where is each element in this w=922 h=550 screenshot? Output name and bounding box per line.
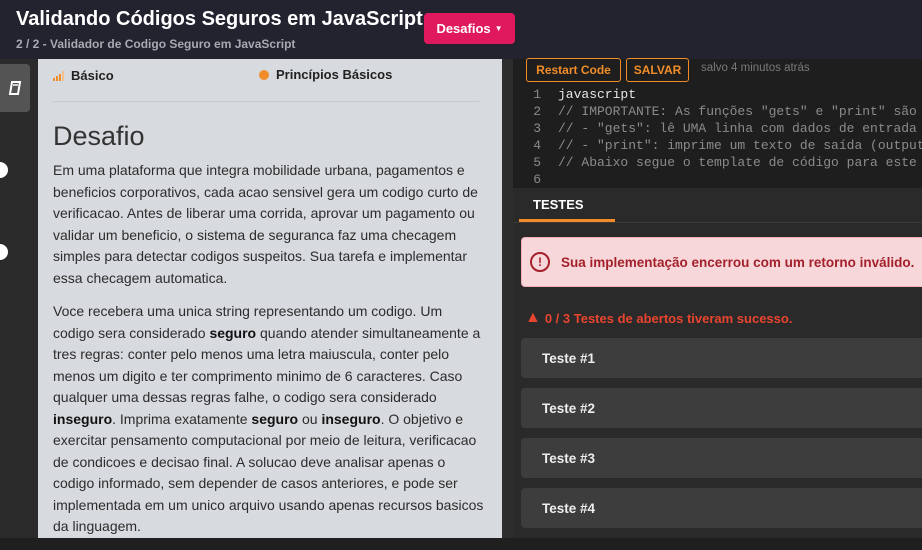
- level-bar: Básico Princípios Básicos: [53, 59, 479, 102]
- level-badge: Básico: [53, 68, 114, 83]
- line-number: 3: [533, 121, 541, 136]
- line-number: 1: [533, 87, 541, 102]
- edit-icon: [8, 81, 22, 95]
- test-item-label: Teste #1: [542, 350, 596, 366]
- test-summary-text: 0 / 3 Testes de abertos tiveram sucesso.: [544, 310, 793, 326]
- desafios-label: Desafios: [436, 21, 491, 36]
- line-number: 5: [533, 155, 541, 170]
- code-text: // Abaixo segue o template de código par…: [558, 155, 922, 170]
- code-line[interactable]: 2 // IMPORTANTE: As funções "gets" e "pri…: [513, 104, 922, 121]
- test-item[interactable]: Teste #2: [521, 388, 922, 428]
- test-item[interactable]: Teste #4: [521, 488, 922, 528]
- code-line[interactable]: 3 // - "gets": lê UMA linha com dados de …: [513, 121, 922, 138]
- keyword-seguro: seguro: [251, 410, 299, 427]
- keyword-inseguro: inseguro: [321, 410, 381, 427]
- exclamation-circle-icon: !: [530, 252, 550, 272]
- category-dot-icon: [259, 69, 269, 80]
- category-label: Princípios Básicos: [276, 67, 393, 82]
- error-alert-text: Sua implementação encerrou com um retorn…: [561, 254, 915, 270]
- panel-resize-handle[interactable]: [502, 59, 513, 538]
- breadcrumb: 2 / 2 - Validador de Codigo Seguro em Ja…: [16, 37, 296, 51]
- tabbar-divider: [513, 222, 922, 223]
- test-summary: ▲ 0 / 3 Testes de abertos tiveram sucess…: [525, 309, 792, 327]
- code-line[interactable]: 6: [513, 172, 922, 188]
- line-number: 2: [533, 104, 541, 119]
- editor-toolbar: Restart Code SALVAR salvo 4 minutos atrá…: [513, 58, 922, 85]
- page-title: Validando Códigos Seguros em JavaScript: [16, 8, 423, 30]
- warning-triangle-icon: ▲: [525, 309, 541, 326]
- saved-status: salvo 4 minutos atrás: [701, 62, 810, 74]
- code-line[interactable]: 1 javascript: [513, 87, 922, 104]
- challenge-panel: Básico Princípios Básicos Desafio Em uma…: [38, 59, 502, 538]
- tests-panel: TESTES ! Sua implementação encerrou com …: [513, 188, 922, 538]
- test-item-label: Teste #3: [542, 450, 596, 466]
- line-number: 6: [533, 172, 541, 187]
- challenge-heading: Desafio: [53, 121, 145, 151]
- test-item[interactable]: Teste #1: [521, 338, 922, 378]
- signal-bars-icon: [53, 70, 64, 81]
- code-line[interactable]: 5 // Abaixo segue o template de código pa…: [513, 155, 922, 172]
- edit-rail-button[interactable]: [0, 64, 30, 112]
- code-text: // - "print": imprime um texto de saída …: [558, 138, 922, 153]
- top-bar: Validando Códigos Seguros em JavaScript …: [0, 0, 922, 59]
- level-label: Básico: [71, 68, 114, 83]
- code-text: javascript: [558, 87, 637, 102]
- left-rail: [0, 59, 38, 538]
- description-paragraph-1: Em uma plataforma que integra mobilidade…: [53, 162, 478, 286]
- desafios-dropdown-button[interactable]: Desafios ▼: [424, 13, 515, 44]
- restart-code-button[interactable]: Restart Code: [526, 58, 621, 82]
- code-line[interactable]: 4 // - "print": imprime um texto de saída…: [513, 138, 922, 155]
- line-number: 4: [533, 138, 541, 153]
- keyword-seguro: seguro: [209, 324, 257, 341]
- challenge-description: Em uma plataforma que integra mobilidade…: [53, 160, 485, 550]
- keyword-inseguro: inseguro: [53, 410, 113, 427]
- help-icon[interactable]: [0, 244, 8, 260]
- code-editor[interactable]: 1 javascript 2 // IMPORTANTE: As funções "g…: [513, 85, 922, 188]
- circle-icon[interactable]: [0, 162, 8, 178]
- test-item-label: Teste #2: [542, 400, 596, 416]
- category-badge: Princípios Básicos: [259, 67, 392, 82]
- caret-down-icon: ▼: [494, 24, 503, 33]
- tab-testes[interactable]: TESTES: [533, 197, 584, 212]
- test-item-label: Teste #4: [542, 500, 596, 516]
- code-text: // IMPORTANTE: As funções "gets" e "prin…: [558, 104, 922, 119]
- description-paragraph-2: Voce recebera uma unica string represent…: [53, 303, 484, 534]
- save-button[interactable]: SALVAR: [626, 58, 689, 82]
- error-alert: ! Sua implementação encerrou com um reto…: [521, 237, 922, 287]
- code-text: // - "gets": lê UMA linha com dados de e…: [558, 121, 917, 136]
- test-item[interactable]: Teste #3: [521, 438, 922, 478]
